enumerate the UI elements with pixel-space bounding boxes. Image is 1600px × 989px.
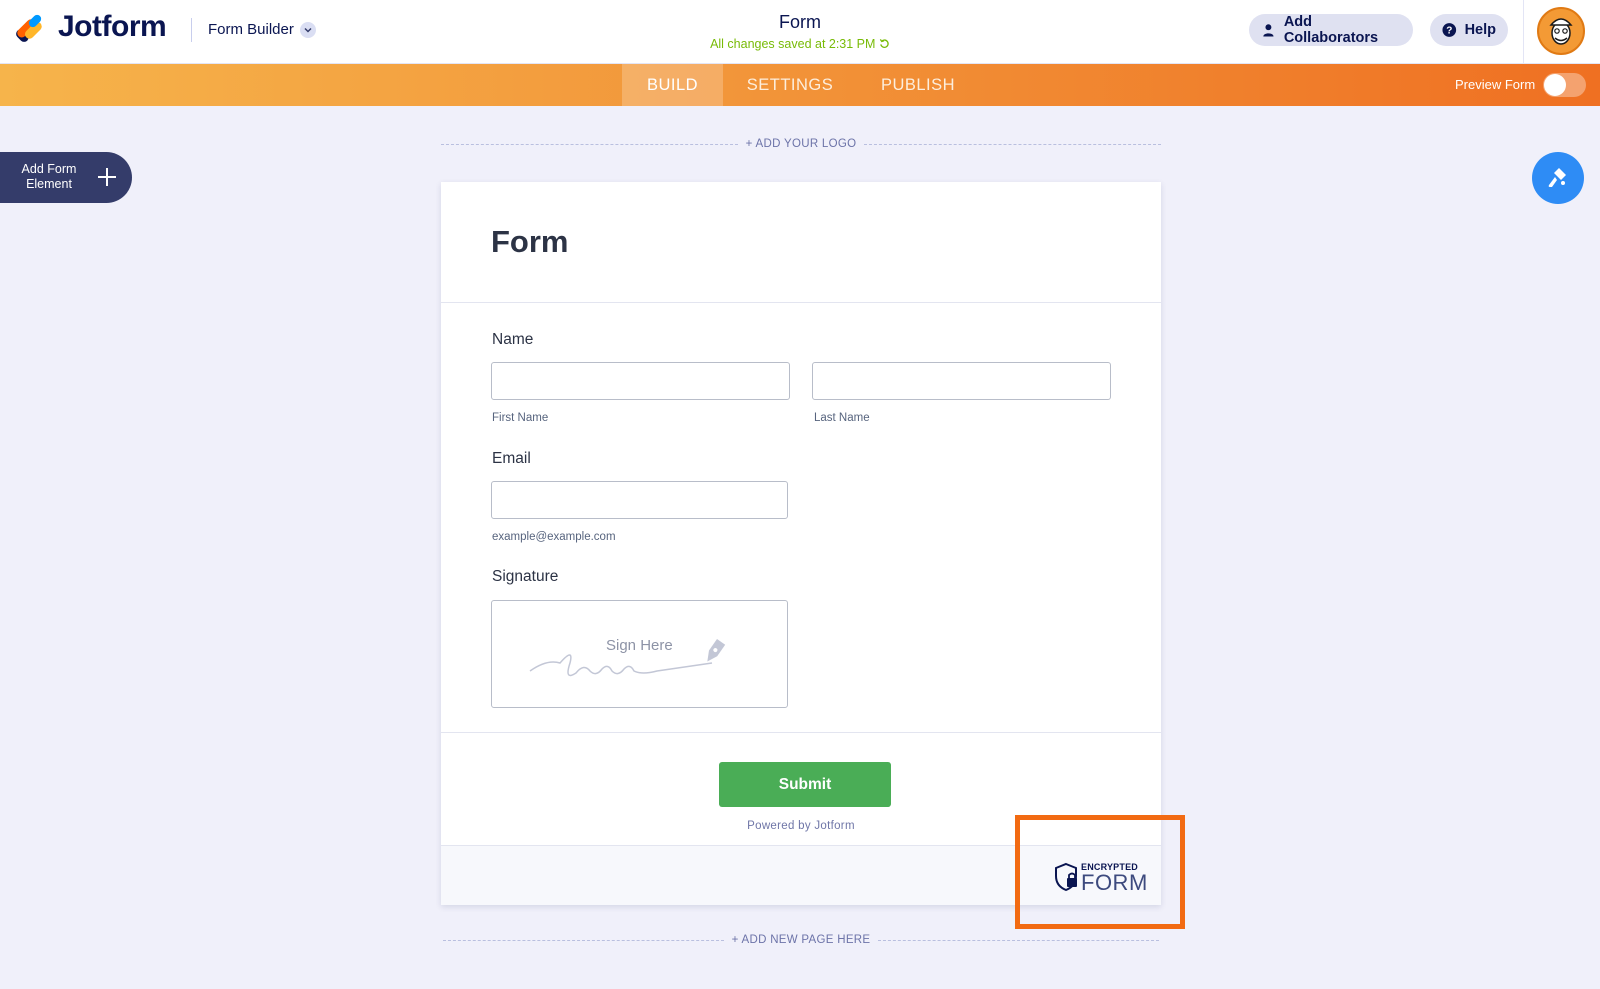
email-label[interactable]: Email bbox=[492, 450, 531, 468]
submit-button[interactable]: Submit bbox=[719, 762, 891, 807]
form-heading[interactable]: Form bbox=[491, 224, 569, 260]
builder-nav: BUILD SETTINGS PUBLISH Preview Form bbox=[0, 64, 1600, 106]
help-label: Help bbox=[1464, 22, 1496, 38]
add-collaborators-label: Add Collaborators bbox=[1283, 14, 1379, 46]
tab-settings[interactable]: SETTINGS bbox=[739, 64, 841, 106]
add-page-row[interactable]: + ADD NEW PAGE HERE bbox=[443, 934, 1160, 946]
email-sublabel: example@example.com bbox=[492, 531, 616, 543]
header-divider bbox=[191, 18, 192, 42]
toggle-knob bbox=[1544, 74, 1566, 96]
history-icon[interactable] bbox=[879, 38, 890, 49]
highlight-box bbox=[1015, 815, 1185, 929]
signature-label[interactable]: Signature bbox=[492, 568, 558, 586]
form-card: Form Name First Name Last Name Email exa… bbox=[441, 182, 1161, 905]
chevron-down-icon bbox=[299, 21, 316, 38]
help-button[interactable]: ? Help bbox=[1430, 14, 1508, 46]
last-name-sublabel: Last Name bbox=[814, 412, 870, 424]
add-form-element-button[interactable]: Add Form Element bbox=[0, 152, 132, 203]
add-form-element-label: Add Form Element bbox=[21, 162, 77, 191]
save-status-text: All changes saved at 2:31 PM bbox=[710, 37, 876, 51]
form-builder-label: Form Builder bbox=[208, 21, 294, 38]
dashed-line bbox=[864, 143, 1162, 145]
email-input[interactable] bbox=[491, 481, 788, 519]
add-new-page-link[interactable]: + ADD NEW PAGE HERE bbox=[732, 934, 871, 946]
form-designer-button[interactable] bbox=[1532, 152, 1584, 204]
preview-form-label: Preview Form bbox=[1455, 77, 1536, 92]
user-icon bbox=[1263, 24, 1274, 37]
first-name-sublabel: First Name bbox=[492, 412, 549, 424]
tab-build[interactable]: BUILD bbox=[622, 64, 723, 106]
brand-name[interactable]: Jotform bbox=[58, 10, 167, 44]
last-name-input[interactable] bbox=[812, 362, 1111, 400]
dashed-line bbox=[443, 939, 724, 941]
tab-publish[interactable]: PUBLISH bbox=[869, 64, 967, 106]
dashed-line bbox=[878, 939, 1160, 941]
avatar[interactable] bbox=[1537, 7, 1585, 55]
paint-roller-icon bbox=[1548, 168, 1566, 187]
add-collaborators-button[interactable]: Add Collaborators bbox=[1249, 14, 1413, 46]
dashed-line bbox=[441, 143, 738, 145]
name-label[interactable]: Name bbox=[492, 331, 533, 349]
add-logo-row[interactable]: + ADD YOUR LOGO bbox=[441, 138, 1162, 150]
avatar-divider bbox=[1523, 0, 1524, 64]
signature-pad[interactable]: Sign Here bbox=[491, 600, 788, 708]
jotform-logo-icon[interactable] bbox=[16, 14, 46, 44]
add-logo-link[interactable]: + ADD YOUR LOGO bbox=[746, 138, 857, 150]
preview-form-toggle[interactable] bbox=[1543, 73, 1586, 97]
fields-divider bbox=[441, 732, 1161, 733]
heading-divider bbox=[441, 302, 1161, 303]
question-icon: ? bbox=[1442, 23, 1457, 37]
signature-scribble-icon bbox=[529, 639, 726, 677]
svg-text:?: ? bbox=[1446, 26, 1452, 37]
first-name-input[interactable] bbox=[491, 362, 790, 400]
form-builder-dropdown[interactable]: Form Builder bbox=[208, 21, 316, 38]
top-bar: Jotform Form Builder Form All changes sa… bbox=[0, 0, 1600, 64]
plus-icon bbox=[98, 168, 116, 186]
